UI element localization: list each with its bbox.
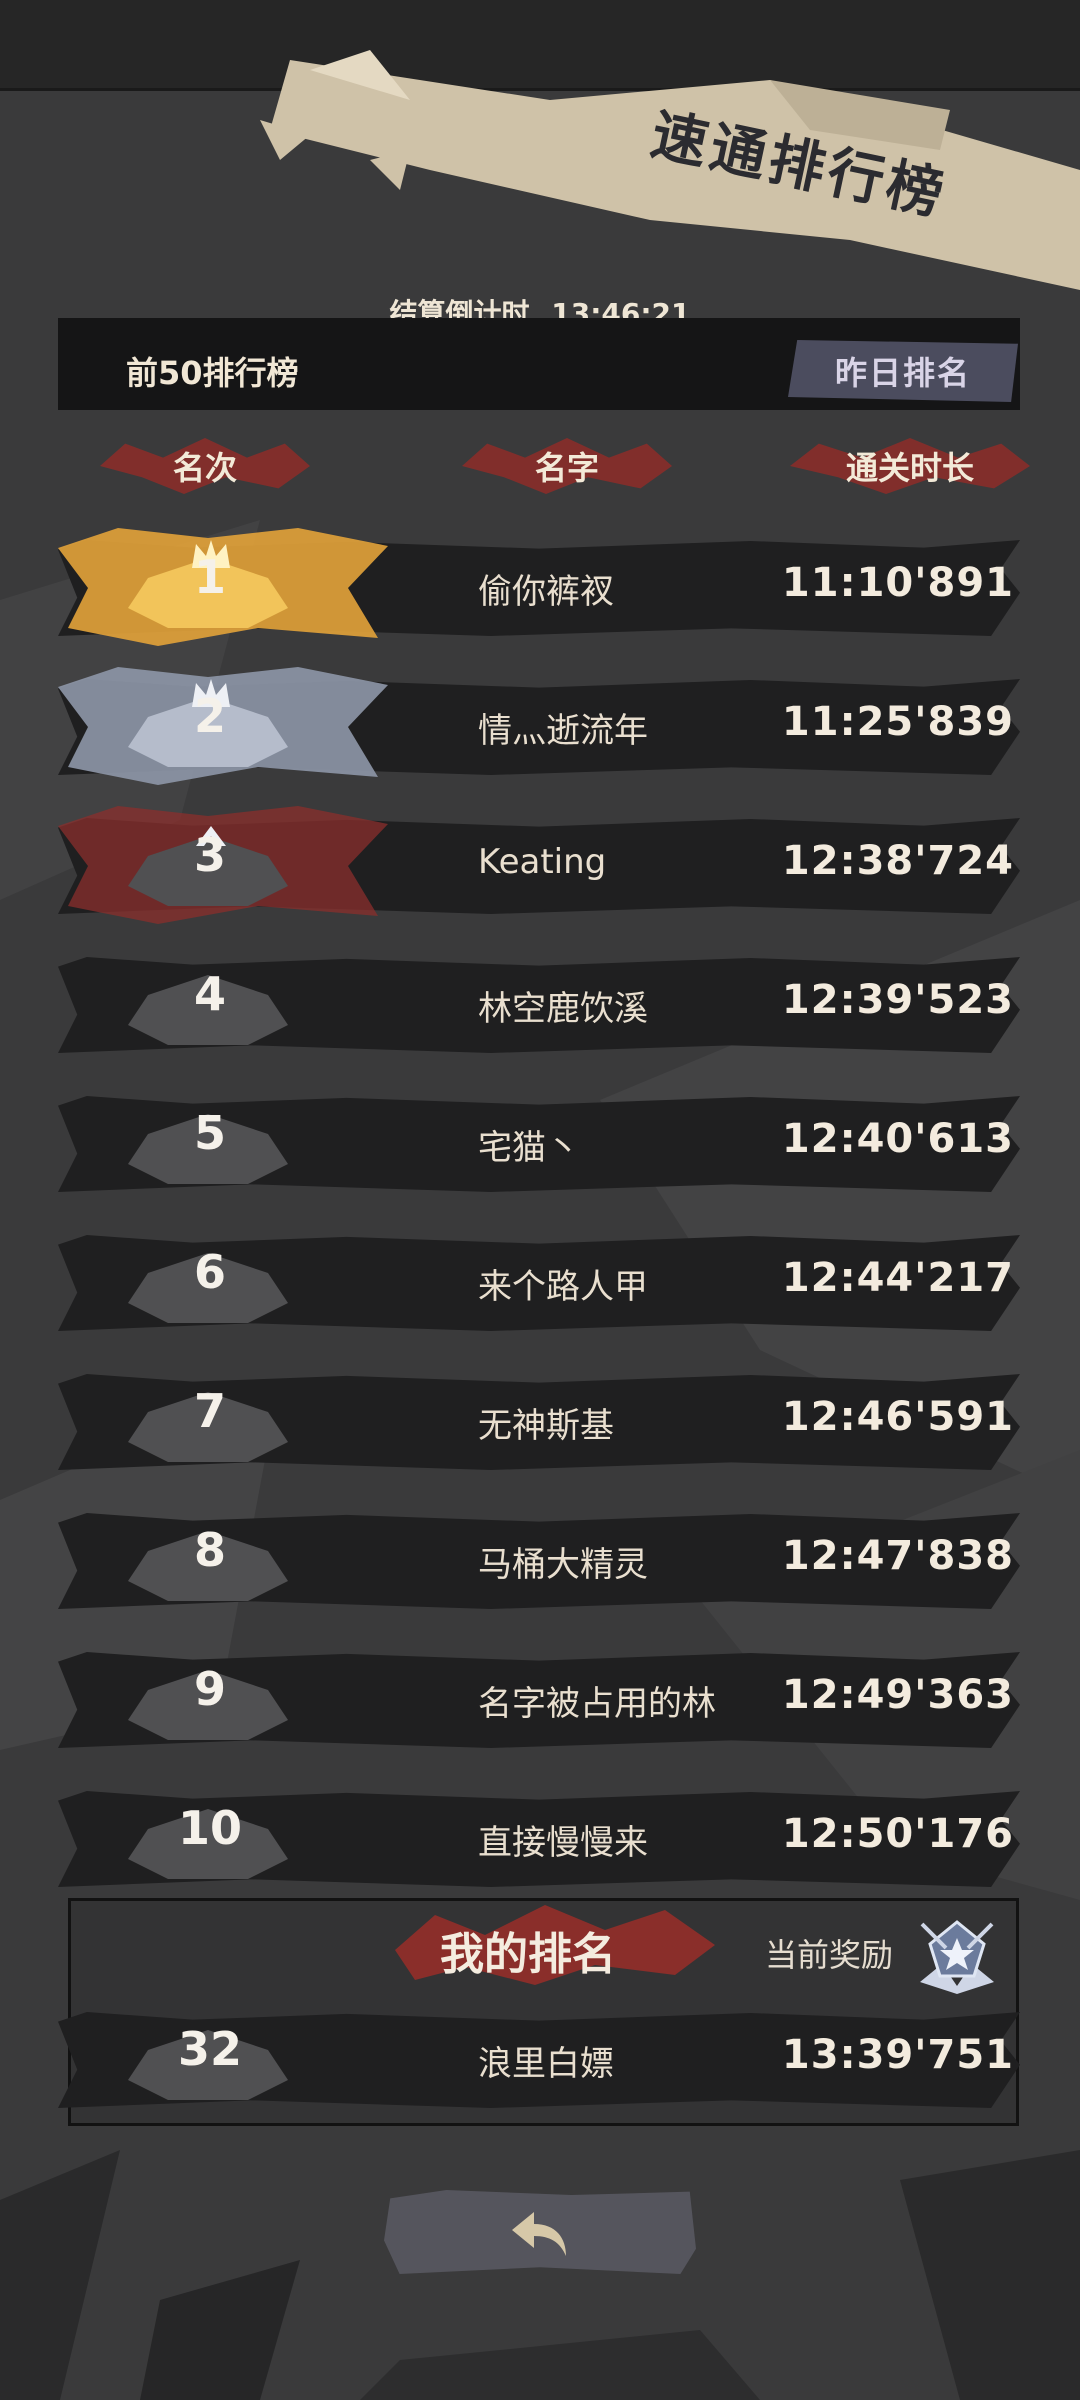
clear-time: 12:39'523 — [781, 977, 1014, 1023]
rank-number: 1 — [193, 550, 226, 604]
my-rank-number: 32 — [177, 2022, 242, 2076]
player-name: Keating — [478, 842, 607, 882]
back-button[interactable] — [384, 2190, 696, 2274]
clear-time: 11:10'891 — [781, 560, 1014, 606]
clear-time: 12:38'724 — [781, 838, 1014, 884]
leaderboard-row[interactable]: 5 宅猫丶 12:40'613 — [58, 1084, 1020, 1204]
current-reward-label: 当前奖励 — [765, 1936, 894, 1974]
leaderboard-row[interactable]: 6 来个路人甲 12:44'217 — [58, 1223, 1020, 1343]
column-header-rank: 名次 — [100, 438, 310, 494]
player-name: 林空鹿饮溪 — [478, 989, 648, 1029]
board-label: 前50排行榜 — [126, 354, 299, 392]
back-arrow-icon — [512, 2212, 566, 2256]
column-header-name: 名字 — [462, 438, 672, 494]
reward-badge-icon[interactable] — [912, 1914, 1002, 1994]
player-name: 情灬逝流年 — [478, 711, 648, 751]
player-name: 偷你裤衩 — [478, 572, 614, 612]
rank-number: 9 — [193, 1662, 226, 1716]
leaderboard-row[interactable]: 4 林空鹿饮溪 12:39'523 — [58, 945, 1020, 1065]
my-rank-row: 32 浪里白嫖 13:39'751 — [58, 2000, 1020, 2120]
player-name: 来个路人甲 — [478, 1267, 648, 1307]
leaderboard-row[interactable]: 7 无神斯基 12:46'591 — [58, 1362, 1020, 1482]
player-name: 无神斯基 — [478, 1406, 614, 1446]
leaderboard-row[interactable]: 10 直接慢慢来 12:50'176 — [58, 1779, 1020, 1899]
player-name: 马桶大精灵 — [478, 1545, 648, 1585]
leaderboard-row[interactable]: 3 Keating 12:38'724 — [58, 806, 1020, 926]
column-header-time: 通关时长 — [790, 438, 1030, 494]
clear-time: 12:49'363 — [781, 1672, 1014, 1718]
clear-time: 12:46'591 — [781, 1394, 1014, 1440]
rank-number: 5 — [193, 1106, 226, 1160]
leaderboard-row[interactable]: 8 马桶大精灵 12:47'838 — [58, 1501, 1020, 1621]
rank-number: 8 — [193, 1523, 226, 1577]
rank-number: 2 — [193, 689, 226, 743]
rank-number: 3 — [193, 828, 226, 882]
clear-time: 12:50'176 — [781, 1811, 1014, 1857]
yesterday-rank-button[interactable]: 昨日排名 — [788, 340, 1018, 402]
clear-time: 12:44'217 — [781, 1255, 1014, 1301]
player-name: 宅猫丶 — [478, 1128, 580, 1168]
my-rank-time: 13:39'751 — [781, 2032, 1014, 2078]
clear-time: 12:40'613 — [781, 1116, 1014, 1162]
rank-number: 6 — [193, 1245, 226, 1299]
my-rank-title: 我的排名 — [440, 1929, 616, 1980]
my-rank-name: 浪里白嫖 — [478, 2044, 614, 2084]
leaderboard-row[interactable]: 2 情灬逝流年 11:25'839 — [58, 667, 1020, 787]
player-name: 名字被占用的林 — [478, 1684, 716, 1724]
leaderboard-row[interactable]: 9 名字被占用的林 12:49'363 — [58, 1640, 1020, 1760]
rank-number: 7 — [193, 1384, 226, 1438]
leaderboard-row[interactable]: 1 偷你裤衩 11:10'891 — [58, 528, 1020, 648]
rank-number: 10 — [177, 1801, 242, 1855]
rank-number: 4 — [193, 967, 226, 1021]
player-name: 直接慢慢来 — [478, 1823, 648, 1863]
clear-time: 11:25'839 — [781, 699, 1014, 745]
clear-time: 12:47'838 — [781, 1533, 1014, 1579]
